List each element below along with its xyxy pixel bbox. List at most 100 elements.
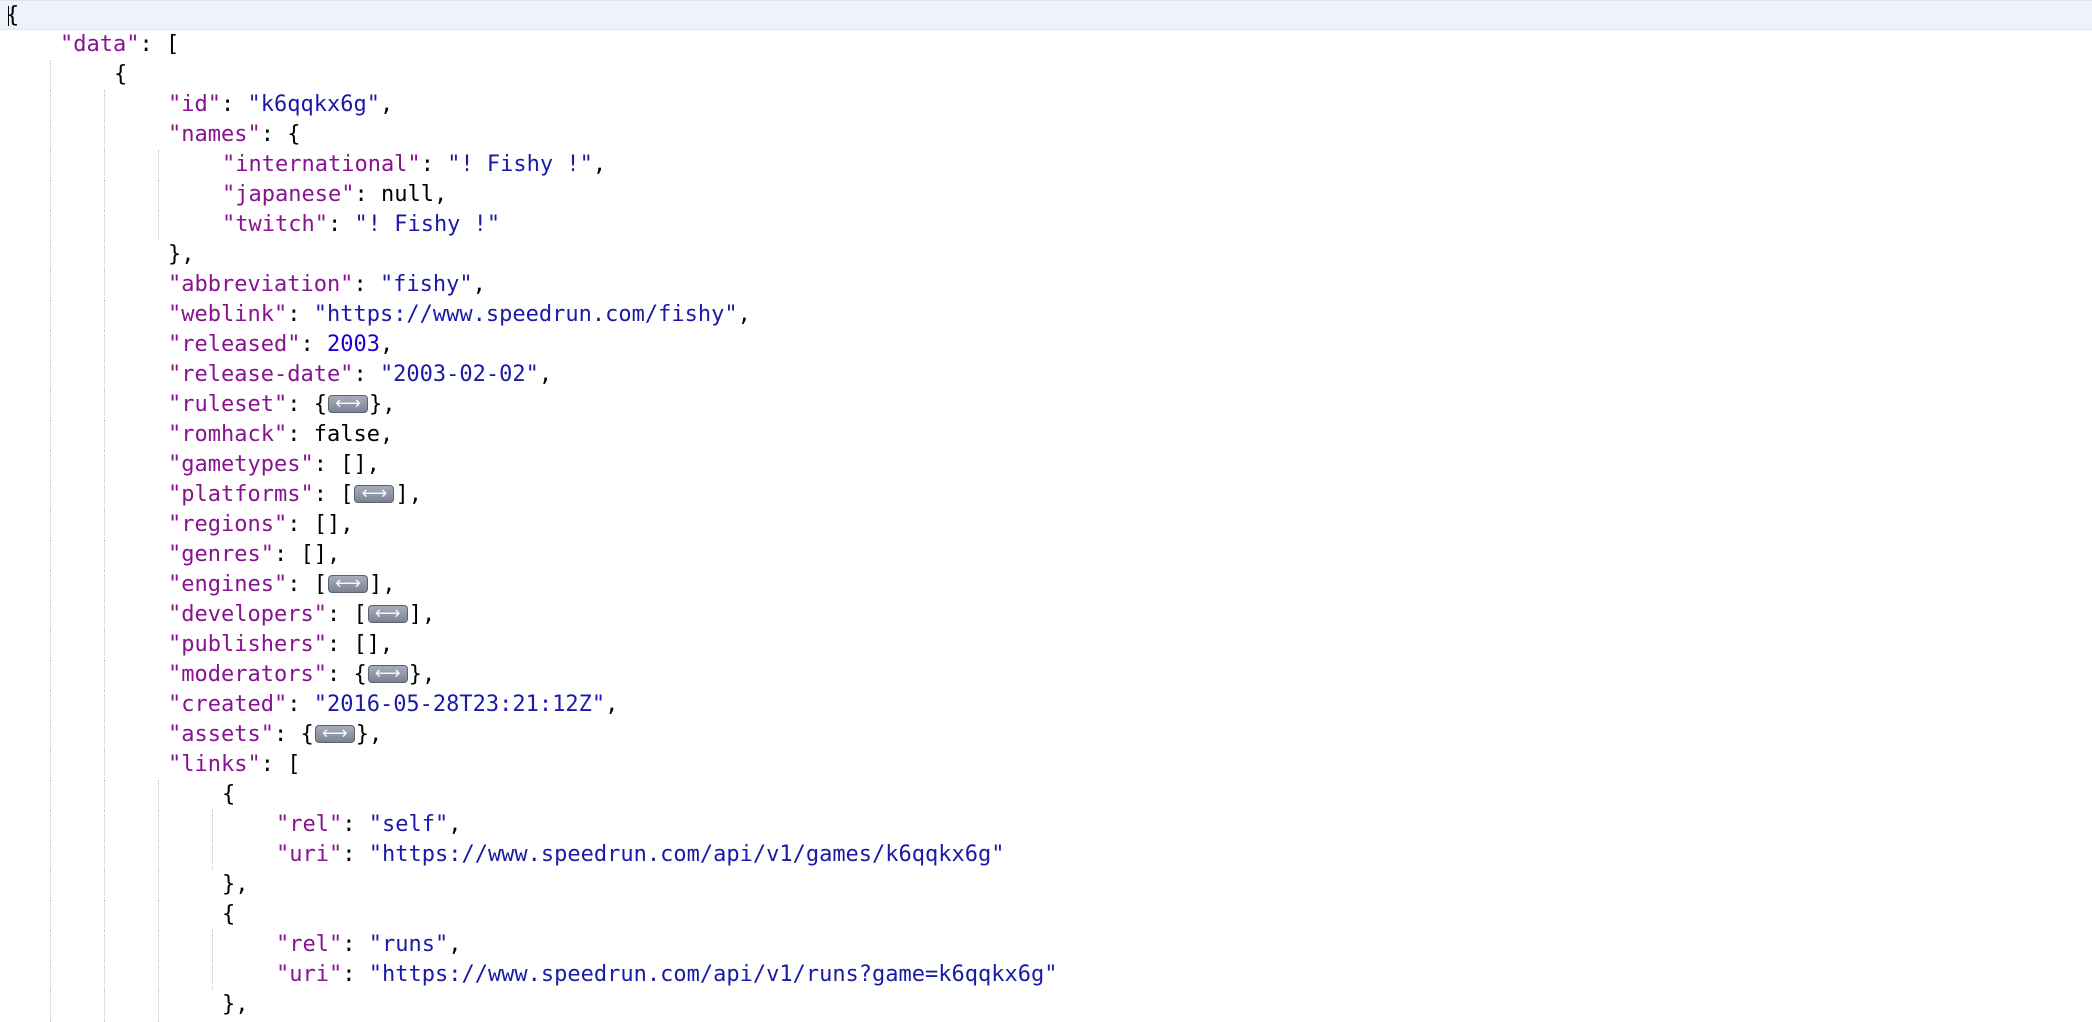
indent-guide bbox=[50, 60, 51, 90]
json-punctuation: : bbox=[342, 842, 369, 867]
json-key: "uri" bbox=[276, 962, 343, 987]
json-punctuation: : bbox=[300, 332, 327, 357]
json-key: "gametypes" bbox=[168, 452, 314, 477]
json-punctuation: , bbox=[592, 152, 607, 177]
indent-guide bbox=[50, 960, 51, 990]
indent-guide bbox=[104, 330, 105, 360]
collapsed-content-icon[interactable] bbox=[327, 389, 368, 419]
json-punctuation: : { bbox=[326, 662, 367, 687]
json-line: { bbox=[0, 60, 2092, 90]
indent-guide bbox=[104, 450, 105, 480]
indent-guide bbox=[104, 480, 105, 510]
json-line-code: "ruleset": {}, bbox=[168, 389, 395, 420]
json-punctuation: }, bbox=[355, 722, 383, 747]
indent-guide bbox=[104, 270, 105, 300]
json-string-value: "! Fishy !" bbox=[354, 212, 501, 237]
indent-guide bbox=[50, 840, 51, 870]
json-string-value: "https://www.speedrun.com/api/v1/games/k… bbox=[368, 842, 1005, 867]
json-punctuation: : [ bbox=[260, 752, 301, 777]
collapsed-content-icon[interactable] bbox=[367, 599, 408, 629]
indent-guide bbox=[158, 210, 159, 240]
indent-guide bbox=[104, 960, 105, 990]
indent-guide bbox=[104, 390, 105, 420]
json-line: "id": "k6qqkx6g", bbox=[0, 90, 2092, 120]
indent-guide bbox=[50, 330, 51, 360]
json-key: "international" bbox=[222, 152, 421, 177]
indent-guide bbox=[104, 210, 105, 240]
json-line-code: "weblink": "https://www.speedrun.com/fis… bbox=[168, 300, 751, 330]
collapsed-content-icon[interactable] bbox=[327, 569, 368, 599]
json-punctuation: : [ bbox=[139, 32, 180, 57]
json-punctuation: : bbox=[342, 962, 369, 987]
json-punctuation: , bbox=[448, 932, 462, 957]
json-line: "uri": "https://www.speedrun.com/api/v1/… bbox=[0, 840, 2092, 870]
json-punctuation: ], bbox=[408, 602, 436, 627]
json-line: "moderators": {}, bbox=[0, 659, 2092, 690]
json-punctuation: : bbox=[353, 362, 380, 387]
json-string-value: "https://www.speedrun.com/api/v1/runs?ga… bbox=[368, 962, 1058, 987]
json-punctuation: , bbox=[433, 182, 448, 207]
indent-guide bbox=[104, 810, 105, 840]
indent-guide bbox=[50, 570, 51, 600]
indent-guide bbox=[104, 600, 105, 630]
json-punctuation: : { bbox=[287, 392, 327, 417]
json-punctuation: , bbox=[379, 422, 394, 447]
json-punctuation: , bbox=[737, 302, 751, 327]
indent-guide bbox=[158, 870, 159, 900]
indent-guide bbox=[50, 240, 51, 270]
indent-guide bbox=[50, 600, 51, 630]
json-line: "names": { bbox=[0, 120, 2092, 150]
indent-guide bbox=[158, 780, 159, 810]
collapsed-content-icon[interactable] bbox=[314, 719, 355, 749]
indent-guide bbox=[158, 150, 159, 180]
indent-guide bbox=[50, 690, 51, 720]
json-line: "romhack": false, bbox=[0, 420, 2092, 450]
json-string-value: "https://www.speedrun.com/fishy" bbox=[313, 302, 738, 327]
indent-guide bbox=[158, 840, 159, 870]
json-line: "created": "2016-05-28T23:21:12Z", bbox=[0, 690, 2092, 720]
json-punctuation: : [], bbox=[313, 452, 380, 477]
collapsed-content-icon[interactable] bbox=[367, 659, 408, 689]
indent-guide bbox=[104, 840, 105, 870]
indent-guide bbox=[104, 180, 105, 210]
indent-guide bbox=[50, 450, 51, 480]
json-line-code: "rel": "runs", bbox=[276, 930, 461, 960]
json-line-code: "developers": [], bbox=[168, 599, 436, 630]
indent-guide bbox=[104, 750, 105, 780]
json-key: "release-date" bbox=[168, 362, 354, 387]
json-punctuation: }, bbox=[222, 872, 249, 897]
indent-guide bbox=[50, 390, 51, 420]
json-line: "platforms": [], bbox=[0, 479, 2092, 510]
json-line: "data": [ bbox=[0, 30, 2092, 60]
json-punctuation: ], bbox=[368, 572, 396, 597]
indent-guide bbox=[104, 90, 105, 120]
json-line-code: { bbox=[222, 900, 235, 930]
json-line: "assets": {}, bbox=[0, 719, 2092, 750]
json-punctuation: : bbox=[287, 302, 314, 327]
indent-guide bbox=[50, 270, 51, 300]
json-punctuation: , bbox=[379, 92, 394, 117]
json-line-code: "abbreviation": "fishy", bbox=[168, 270, 486, 300]
indent-guide bbox=[50, 180, 51, 210]
json-line-code: "japanese": null, bbox=[222, 180, 447, 210]
indent-guide bbox=[104, 510, 105, 540]
json-key: "rel" bbox=[276, 812, 343, 837]
json-line: "gametypes": [], bbox=[0, 450, 2092, 480]
json-line-code: "assets": {}, bbox=[168, 719, 383, 750]
json-line-code: "romhack": false, bbox=[168, 420, 393, 450]
json-line: "publishers": [], bbox=[0, 630, 2092, 660]
indent-guide bbox=[212, 840, 213, 870]
json-line-code: "uri": "https://www.speedrun.com/api/v1/… bbox=[276, 960, 1057, 990]
json-key: "publishers" bbox=[168, 632, 327, 657]
json-string-value: "self" bbox=[368, 812, 449, 837]
json-punctuation: : bbox=[287, 422, 314, 447]
indent-guide bbox=[50, 990, 51, 1020]
json-line: "rel": "runs", bbox=[0, 930, 2092, 960]
indent-guide bbox=[50, 360, 51, 390]
collapsed-content-icon[interactable] bbox=[354, 479, 395, 509]
json-line-code: "gametypes": [], bbox=[168, 450, 380, 480]
indent-guide bbox=[50, 300, 51, 330]
json-punctuation: : [], bbox=[273, 542, 341, 567]
json-key: "developers" bbox=[168, 602, 327, 627]
json-line-code: }, bbox=[222, 990, 249, 1020]
